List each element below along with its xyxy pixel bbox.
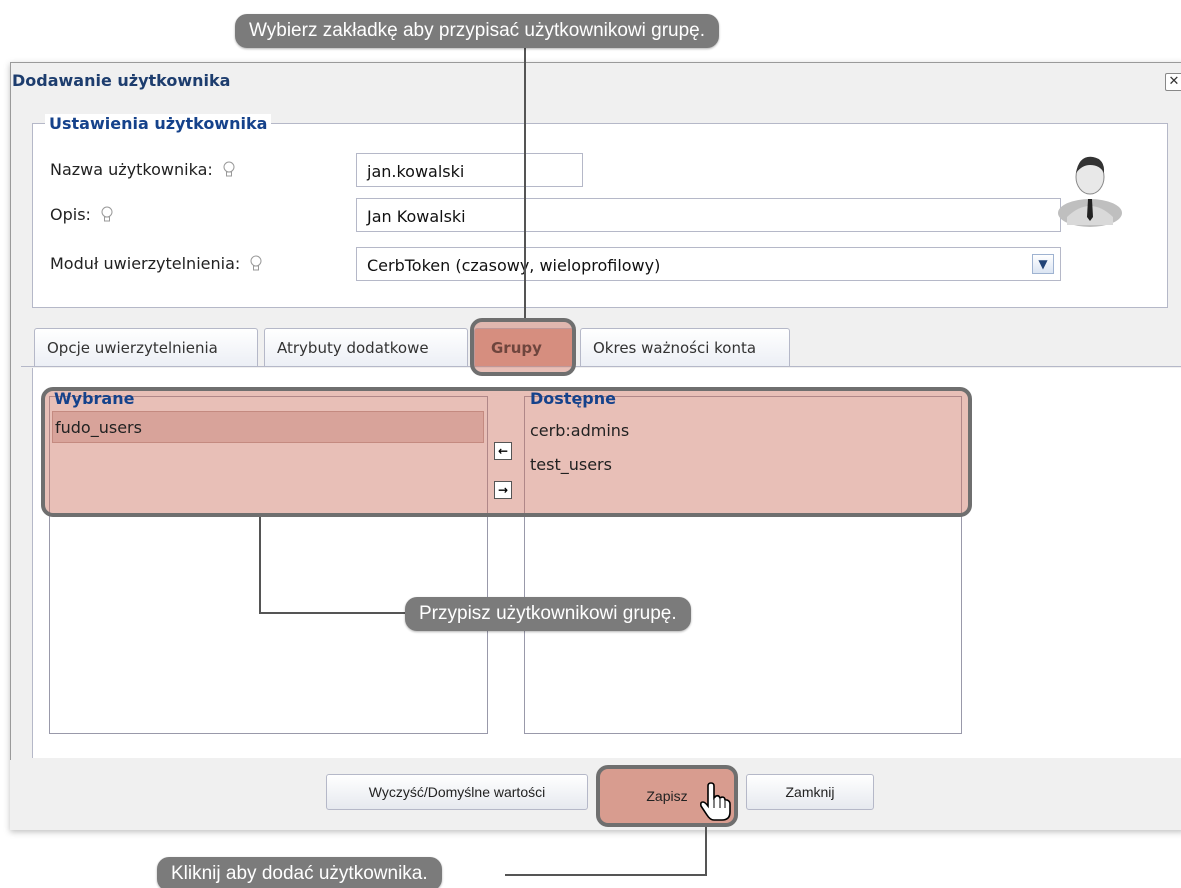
description-label-text: Opis:	[50, 205, 91, 224]
chevron-down-icon[interactable]: ▼	[1032, 254, 1054, 274]
callout-connector-line	[259, 517, 261, 613]
selected-groups-list[interactable]	[49, 396, 488, 734]
tab-extra-attributes[interactable]: Atrybuty dodatkowe	[264, 328, 468, 366]
dialog-titlebar: Dodawanie użytkownika ✕	[11, 63, 1181, 97]
list-item[interactable]: test_users	[530, 455, 612, 474]
reset-defaults-button[interactable]: Wyczyść/Domyślne wartości	[326, 774, 588, 810]
callout-click-add-user: Kliknij aby dodać użytkownika.	[157, 857, 442, 888]
callout-connector-line	[705, 827, 707, 875]
list-item[interactable]: fudo_users	[55, 418, 142, 437]
hint-bulb-icon[interactable]	[223, 161, 235, 177]
hand-cursor-icon	[699, 782, 731, 821]
callout-select-tab: Wybierz zakładkę aby przypisać użytkowni…	[235, 14, 720, 48]
tab-groups[interactable]: Grupy	[474, 328, 574, 366]
move-left-button[interactable]: ←	[494, 442, 512, 460]
tab-auth-options[interactable]: Opcje uwierzytelnienia	[34, 328, 258, 366]
tab-account-validity[interactable]: Okres ważności konta	[580, 328, 790, 366]
available-groups-list[interactable]	[524, 396, 962, 734]
callout-assign-group: Przypisz użytkownikowi grupę.	[405, 597, 691, 631]
description-label: Opis:	[50, 205, 113, 224]
move-right-button[interactable]: →	[494, 481, 512, 499]
close-button[interactable]: Zamknij	[746, 774, 874, 810]
description-input[interactable]: Jan Kowalski	[356, 198, 1061, 232]
username-label: Nazwa użytkownika:	[50, 160, 235, 179]
hint-bulb-icon[interactable]	[101, 206, 113, 222]
username-label-text: Nazwa użytkownika:	[50, 160, 213, 179]
callout-connector-line	[505, 874, 707, 876]
auth-module-label: Moduł uwierzytelnienia:	[50, 254, 262, 273]
dialog-title: Dodawanie użytkownika	[12, 71, 231, 90]
callout-connector-line	[524, 48, 526, 318]
auth-module-value: CerbToken (czasowy, wieloprofilowy)	[367, 256, 661, 275]
user-avatar-icon	[1058, 156, 1122, 227]
selected-legend: Wybrane	[54, 389, 135, 408]
callout-connector-line	[259, 612, 409, 614]
close-icon[interactable]: ✕	[1165, 73, 1181, 91]
list-item[interactable]: cerb:admins	[530, 421, 629, 440]
auth-module-label-text: Moduł uwierzytelnienia:	[50, 254, 241, 273]
auth-module-select[interactable]: CerbToken (czasowy, wieloprofilowy) ▼	[356, 247, 1061, 281]
hint-bulb-icon[interactable]	[250, 255, 262, 271]
username-input[interactable]: jan.kowalski	[356, 153, 583, 187]
available-legend: Dostępne	[530, 389, 616, 408]
user-settings-legend: Ustawienia użytkownika	[45, 114, 272, 133]
